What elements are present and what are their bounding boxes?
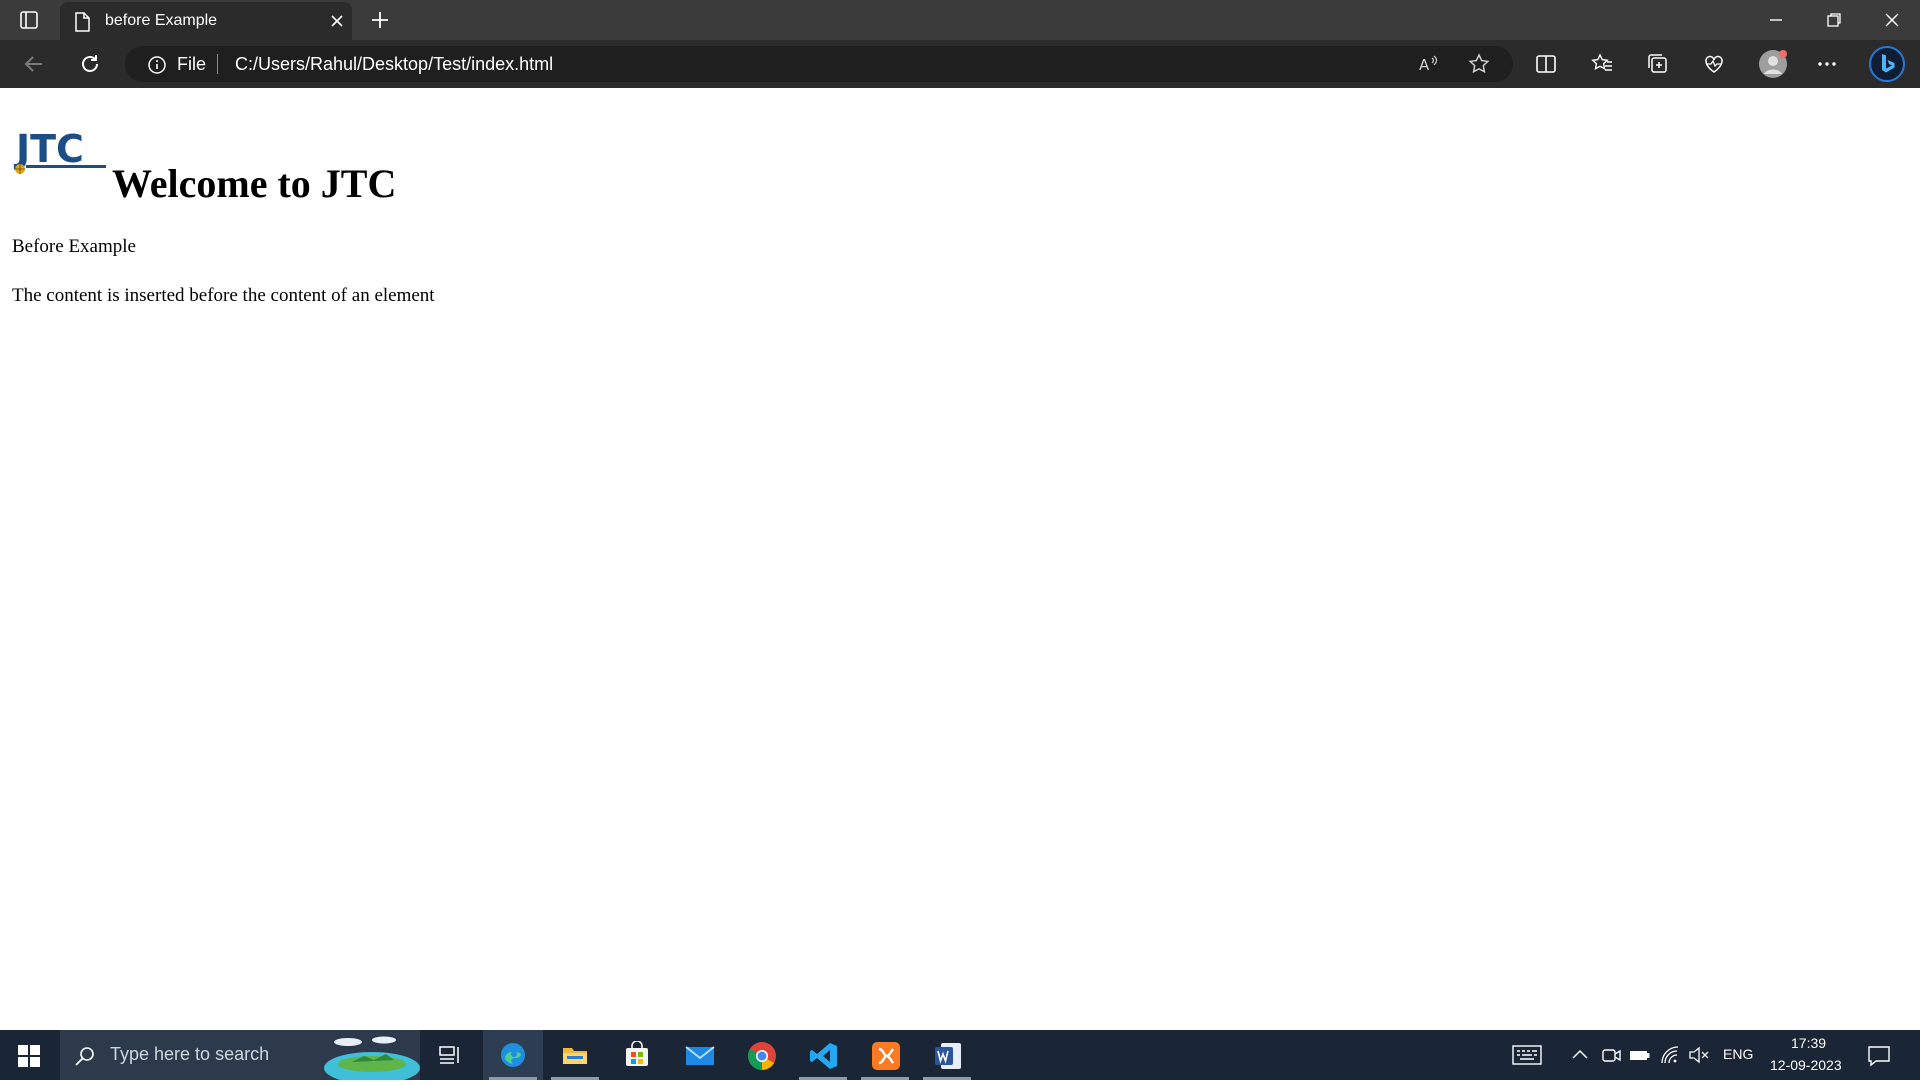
browser-titlebar: before Example bbox=[0, 0, 1920, 40]
language-indicator[interactable]: ENG bbox=[1723, 1046, 1753, 1062]
search-placeholder: Type here to search bbox=[110, 1044, 270, 1064]
search-icon bbox=[74, 1045, 96, 1072]
taskbar-vs-code[interactable] bbox=[793, 1030, 853, 1080]
chrome-icon bbox=[747, 1041, 777, 1076]
xampp-icon bbox=[871, 1041, 901, 1076]
star-icon[interactable] bbox=[1467, 52, 1491, 76]
description-text: The content is inserted before the conte… bbox=[12, 285, 435, 306]
address-separator bbox=[217, 54, 218, 74]
svg-text:JTC: JTC bbox=[13, 127, 84, 171]
page-icon bbox=[74, 12, 90, 37]
new-tab-icon[interactable] bbox=[370, 10, 390, 35]
clock-time[interactable]: 17:39 bbox=[1791, 1035, 1826, 1051]
jtc-logo: JTC bbox=[12, 124, 110, 178]
more-options-icon[interactable] bbox=[1815, 52, 1839, 76]
address-bar[interactable]: File C:/Users/Rahul/Desktop/Test/index.h… bbox=[125, 46, 1513, 82]
clock-date[interactable]: 12-09-2023 bbox=[1770, 1057, 1842, 1073]
page-content: JTC Welcome to JTC Before Example The co… bbox=[0, 88, 1920, 1030]
search-highlight-illustration-icon bbox=[322, 1034, 420, 1085]
task-view-icon bbox=[436, 1041, 464, 1074]
windows-start-icon[interactable] bbox=[18, 1045, 40, 1072]
collections-icon[interactable] bbox=[1646, 52, 1670, 76]
minimize-icon[interactable] bbox=[1766, 10, 1786, 30]
favorites-icon[interactable] bbox=[1590, 52, 1614, 76]
back-arrow-icon[interactable] bbox=[22, 52, 46, 76]
keyboard-icon[interactable] bbox=[1512, 1043, 1542, 1067]
windows-taskbar: Type here to search ENG 17:39 12-09-2023 bbox=[0, 1030, 1920, 1084]
close-tab-icon[interactable] bbox=[330, 14, 344, 33]
tab-active[interactable]: before Example bbox=[60, 2, 352, 40]
notifications-icon[interactable] bbox=[1866, 1043, 1890, 1067]
chevron-up-icon[interactable] bbox=[1570, 1043, 1594, 1067]
taskbar-word[interactable] bbox=[917, 1030, 977, 1080]
before-example-text: Before Example bbox=[12, 236, 136, 257]
taskbar-xampp[interactable] bbox=[855, 1030, 915, 1080]
folder-icon bbox=[561, 1041, 589, 1074]
refresh-icon[interactable] bbox=[78, 52, 102, 76]
browser-essentials-icon[interactable] bbox=[1702, 52, 1726, 76]
volume-muted-icon[interactable] bbox=[1688, 1043, 1712, 1067]
mail-icon bbox=[685, 1041, 715, 1074]
taskbar-task-view[interactable] bbox=[420, 1030, 480, 1080]
profile-avatar-icon[interactable] bbox=[1758, 49, 1788, 79]
meet-now-icon[interactable] bbox=[1600, 1043, 1624, 1067]
split-screen-icon[interactable] bbox=[1534, 52, 1558, 76]
tab-actions-icon[interactable] bbox=[18, 9, 40, 31]
svg-text:A: A bbox=[1419, 56, 1430, 74]
edge-icon bbox=[499, 1041, 527, 1074]
restore-icon[interactable] bbox=[1824, 10, 1844, 30]
taskbar-search-box[interactable]: Type here to search bbox=[60, 1030, 420, 1084]
taskbar-microsoft-store[interactable] bbox=[607, 1030, 667, 1080]
page-title: Welcome to JTC bbox=[112, 161, 397, 206]
read-aloud-icon[interactable]: A bbox=[1417, 52, 1441, 76]
browser-toolbar: File C:/Users/Rahul/Desktop/Test/index.h… bbox=[0, 40, 1920, 88]
taskbar-edge[interactable] bbox=[483, 1030, 543, 1080]
battery-icon[interactable] bbox=[1629, 1043, 1653, 1067]
vs-code-icon bbox=[809, 1041, 839, 1076]
taskbar-chrome[interactable] bbox=[731, 1030, 791, 1080]
file-scheme-label: File bbox=[177, 54, 207, 74]
store-icon bbox=[623, 1040, 651, 1074]
word-icon bbox=[933, 1041, 963, 1076]
wifi-icon[interactable] bbox=[1659, 1043, 1683, 1067]
bing-copilot-icon[interactable] bbox=[1868, 45, 1906, 83]
info-icon[interactable] bbox=[147, 55, 167, 80]
url-text[interactable]: C:/Users/Rahul/Desktop/Test/index.html bbox=[235, 54, 553, 75]
taskbar-mail[interactable] bbox=[669, 1030, 729, 1080]
taskbar-file-explorer[interactable] bbox=[545, 1030, 605, 1080]
close-window-icon[interactable] bbox=[1882, 10, 1902, 30]
tab-title: before Example bbox=[105, 12, 218, 29]
